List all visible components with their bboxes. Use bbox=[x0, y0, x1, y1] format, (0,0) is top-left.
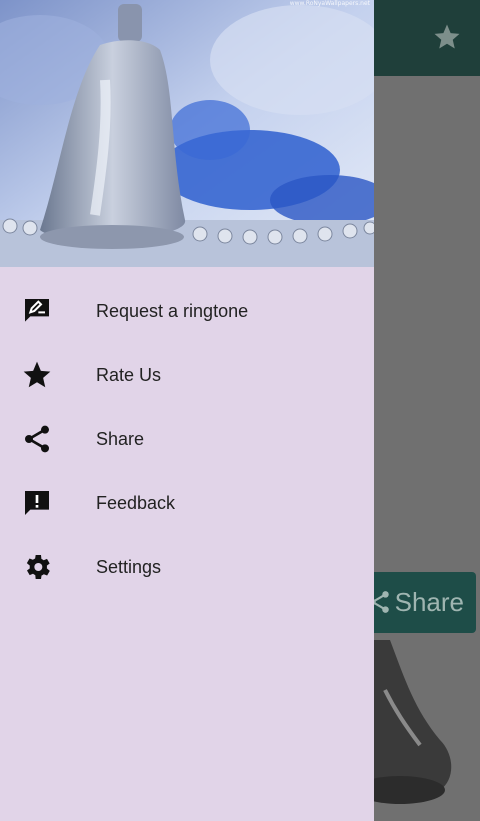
menu-item-request-ringtone[interactable]: Request a ringtone bbox=[0, 279, 374, 343]
feedback-icon bbox=[25, 491, 49, 515]
header-watermark: www.RoNyaWallpapers.net bbox=[289, 0, 370, 7]
menu-item-label: Feedback bbox=[96, 493, 176, 513]
menu-item-label: Settings bbox=[96, 557, 162, 577]
navigation-drawer: www.RoNyaWallpapers.net Request a ringto… bbox=[0, 0, 374, 821]
favorite-star-icon[interactable] bbox=[432, 22, 462, 52]
share-icon bbox=[25, 425, 49, 453]
drawer-header-image: www.RoNyaWallpapers.net bbox=[0, 0, 374, 267]
menu-item-settings[interactable]: Settings bbox=[0, 535, 374, 599]
menu-item-feedback[interactable]: Feedback bbox=[0, 471, 374, 535]
menu-item-share[interactable]: Share bbox=[0, 407, 374, 471]
gear-icon bbox=[26, 555, 50, 579]
bell-header-illustration bbox=[0, 0, 374, 267]
menu-item-label: Share bbox=[96, 429, 145, 449]
menu-item-rate-us[interactable]: Rate Us bbox=[0, 343, 374, 407]
menu-item-label: Rate Us bbox=[96, 365, 162, 385]
drawer-menu: Request a ringtone Rate Us Share Feedbac… bbox=[0, 279, 374, 599]
request-ringtone-icon bbox=[25, 299, 49, 322]
share-button[interactable]: Share bbox=[360, 572, 476, 633]
menu-item-label: Request a ringtone bbox=[96, 301, 249, 321]
bell-image bbox=[360, 640, 452, 804]
star-icon bbox=[23, 361, 51, 388]
share-button-label: Share bbox=[394, 587, 464, 617]
